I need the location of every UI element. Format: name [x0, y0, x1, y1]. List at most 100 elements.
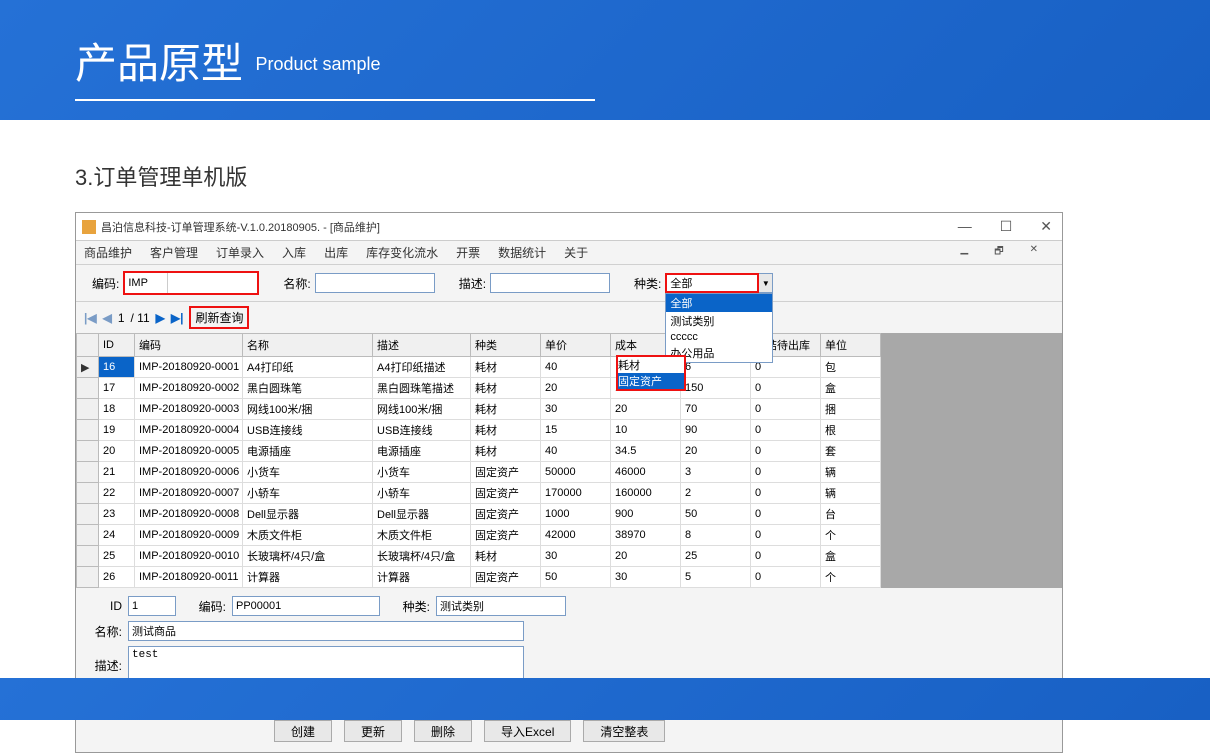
cell-unit[interactable]: 盒 — [821, 378, 881, 399]
cell-qty[interactable]: 3 — [681, 462, 751, 483]
cell-unit[interactable]: 个 — [821, 567, 881, 588]
cell-id[interactable]: 22 — [99, 483, 135, 504]
table-row[interactable]: 25IMP-20180920-0010长玻璃杯/4只/盒长玻璃杯/4只/盒耗材3… — [77, 546, 1062, 567]
cell-name[interactable]: 黑白圆珠笔 — [243, 378, 373, 399]
cell-desc[interactable]: 电源插座 — [373, 441, 471, 462]
table-row[interactable]: 18IMP-20180920-0003网线100米/捆网线100米/捆耗材302… — [77, 399, 1062, 420]
cell-price[interactable]: 40 — [541, 441, 611, 462]
cell-frozen[interactable]: 0 — [751, 462, 821, 483]
cell-code[interactable]: IMP-20180920-0008 — [135, 504, 243, 525]
cell-price[interactable]: 50000 — [541, 462, 611, 483]
menu-invoice[interactable]: 开票 — [456, 244, 480, 261]
table-row[interactable]: 17IMP-20180920-0002黑白圆珠笔黑白圆珠笔描述耗材2015150… — [77, 378, 1062, 399]
cell-qty[interactable]: 50 — [681, 504, 751, 525]
cell-frozen[interactable]: 0 — [751, 441, 821, 462]
col-id[interactable]: ID — [99, 334, 135, 357]
cell-code[interactable]: IMP-20180920-0006 — [135, 462, 243, 483]
cell-id[interactable]: 24 — [99, 525, 135, 546]
update-button[interactable]: 更新 — [344, 720, 402, 742]
cell-name[interactable]: 长玻璃杯/4只/盒 — [243, 546, 373, 567]
cell-type[interactable]: 固定资产 — [471, 504, 541, 525]
cell-desc[interactable]: A4打印纸描述 — [373, 357, 471, 378]
cell-cost[interactable]: 900 — [611, 504, 681, 525]
cell-price[interactable]: 50 — [541, 567, 611, 588]
cell-unit[interactable]: 套 — [821, 441, 881, 462]
cell-price[interactable]: 30 — [541, 399, 611, 420]
cell-type[interactable]: 耗材 — [471, 420, 541, 441]
cell-unit[interactable]: 台 — [821, 504, 881, 525]
cell-qty[interactable]: 8 — [681, 525, 751, 546]
dropdown-icon[interactable]: ▼ — [759, 273, 773, 293]
d-name-input[interactable] — [128, 621, 524, 641]
cell-frozen[interactable]: 0 — [751, 483, 821, 504]
cell-frozen[interactable]: 0 — [751, 378, 821, 399]
cell-desc[interactable]: 计算器 — [373, 567, 471, 588]
dd-opt-test[interactable]: 测试类别 — [666, 312, 772, 330]
table-row[interactable]: 21IMP-20180920-0006小货车小货车固定资产50000460003… — [77, 462, 1062, 483]
col-name[interactable]: 名称 — [243, 334, 373, 357]
cell-id[interactable]: 16 — [99, 357, 135, 378]
cell-price[interactable]: 20 — [541, 378, 611, 399]
cell-id[interactable]: 20 — [99, 441, 135, 462]
cell-name[interactable]: 木质文件柜 — [243, 525, 373, 546]
code-input-ext[interactable] — [167, 273, 257, 293]
col-type[interactable]: 种类 — [471, 334, 541, 357]
dd-opt-cc[interactable]: ccccc — [666, 330, 772, 344]
cell-cost[interactable]: 160000 — [611, 483, 681, 504]
menu-about[interactable]: 关于 — [564, 244, 588, 261]
cell-desc[interactable]: 木质文件柜 — [373, 525, 471, 546]
table-row[interactable]: 24IMP-20180920-0009木质文件柜木质文件柜固定资产4200038… — [77, 525, 1062, 546]
cell-name[interactable]: Dell显示器 — [243, 504, 373, 525]
col-price[interactable]: 单价 — [541, 334, 611, 357]
cell-unit[interactable]: 盒 — [821, 546, 881, 567]
submenu-consumable[interactable]: 耗材 — [618, 357, 684, 373]
cell-unit[interactable]: 辆 — [821, 462, 881, 483]
cell-type[interactable]: 耗材 — [471, 546, 541, 567]
table-row[interactable]: 26IMP-20180920-0011计算器计算器固定资产503050个 — [77, 567, 1062, 588]
cell-frozen[interactable]: 0 — [751, 567, 821, 588]
cell-frozen[interactable]: 0 — [751, 399, 821, 420]
menu-in[interactable]: 入库 — [282, 244, 306, 261]
cell-id[interactable]: 18 — [99, 399, 135, 420]
table-row[interactable]: 19IMP-20180920-0004USB连接线USB连接线耗材1510900… — [77, 420, 1062, 441]
d-type-input[interactable] — [436, 596, 566, 616]
cell-frozen[interactable]: 0 — [751, 525, 821, 546]
cell-type[interactable]: 固定资产 — [471, 567, 541, 588]
cell-qty[interactable]: 25 — [681, 546, 751, 567]
cell-type[interactable]: 固定资产 — [471, 483, 541, 504]
menu-out[interactable]: 出库 — [324, 244, 348, 261]
cell-cost[interactable]: 34.5 — [611, 441, 681, 462]
cell-price[interactable]: 30 — [541, 546, 611, 567]
clear-table-button[interactable]: 清空整表 — [583, 720, 665, 742]
menu-customer[interactable]: 客户管理 — [150, 244, 198, 261]
cell-type[interactable]: 耗材 — [471, 441, 541, 462]
cell-name[interactable]: USB连接线 — [243, 420, 373, 441]
type-select[interactable] — [665, 273, 759, 293]
cell-unit[interactable]: 根 — [821, 420, 881, 441]
cell-code[interactable]: IMP-20180920-0011 — [135, 567, 243, 588]
cell-code[interactable]: IMP-20180920-0010 — [135, 546, 243, 567]
cell-code[interactable]: IMP-20180920-0009 — [135, 525, 243, 546]
cell-cost[interactable]: 20 — [611, 546, 681, 567]
menu-order[interactable]: 订单录入 — [216, 244, 264, 261]
cell-cost[interactable]: 10 — [611, 420, 681, 441]
delete-button[interactable]: 删除 — [414, 720, 472, 742]
maximize-button[interactable]: ☐ — [996, 218, 1017, 235]
cell-id[interactable]: 25 — [99, 546, 135, 567]
cell-desc[interactable]: 网线100米/捆 — [373, 399, 471, 420]
last-page-button[interactable]: ▶| — [171, 311, 184, 325]
export-excel-button[interactable]: 导入Excel — [484, 720, 571, 742]
cell-qty[interactable]: 20 — [681, 441, 751, 462]
cell-code[interactable]: IMP-20180920-0007 — [135, 483, 243, 504]
dd-opt-all[interactable]: 全部 — [666, 294, 772, 312]
col-unit[interactable]: 单位 — [821, 334, 881, 357]
next-page-button[interactable]: ▶ — [156, 311, 165, 325]
create-button[interactable]: 创建 — [274, 720, 332, 742]
cell-cost[interactable]: 38970 — [611, 525, 681, 546]
cell-price[interactable]: 15 — [541, 420, 611, 441]
cell-type[interactable]: 固定资产 — [471, 525, 541, 546]
close-button[interactable]: ✕ — [1036, 218, 1056, 235]
cell-name[interactable]: 网线100米/捆 — [243, 399, 373, 420]
cell-desc[interactable]: Dell显示器 — [373, 504, 471, 525]
name-input[interactable] — [315, 273, 435, 293]
